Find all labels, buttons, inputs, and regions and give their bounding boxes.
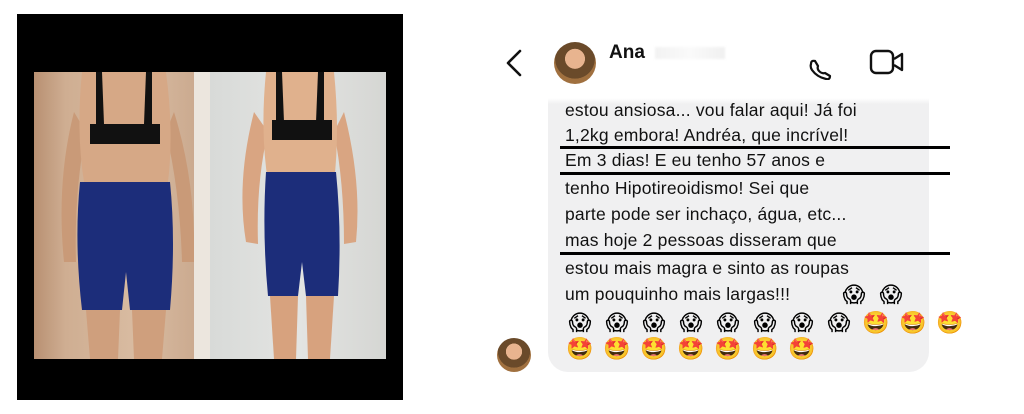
before-after-photo [34, 72, 386, 359]
scream-emoji: 😱 [827, 311, 851, 336]
underline-mark [560, 172, 950, 175]
redacted-name [655, 47, 725, 59]
underline-mark [560, 252, 950, 255]
message-line: um pouquinho mais largas!!! [565, 284, 791, 304]
star-struck-emoji: 🤩 [566, 337, 594, 362]
back-button[interactable] [503, 48, 527, 78]
scream-emoji: 😱 [842, 283, 866, 308]
star-struck-emoji: 🤩 [788, 337, 816, 362]
star-struck-emoji: 🤩 [751, 337, 779, 362]
avatar[interactable] [554, 42, 596, 84]
photo-frame [17, 14, 403, 400]
message-line: tenho Hipotireoidismo! Sei que [565, 178, 810, 198]
star-struck-emoji: 🤩 [714, 337, 742, 362]
after-photo [210, 72, 386, 359]
scream-emoji: 😱 [568, 311, 592, 336]
scream-emoji: 😱 [679, 311, 703, 336]
chevron-left-icon [506, 49, 522, 77]
emoji-row-end: 😱 😱 [839, 282, 906, 310]
message-line: Em 3 dias! E eu tenho 57 anos e [565, 150, 826, 170]
underline-mark [560, 146, 950, 149]
star-struck-emoji: 🤩 [640, 337, 668, 362]
emoji-row: 😱 😱 😱 😱 😱 😱 😱 😱 🤩 🤩 🤩 [565, 310, 965, 338]
sender-avatar[interactable] [497, 338, 531, 372]
chat-header: Ana [485, 30, 1005, 100]
message-bubble[interactable]: estou ansiosa... vou falar aqui! Já foi … [548, 98, 964, 372]
scream-emoji: 😱 [790, 311, 814, 336]
message-line: 1,2kg embora! Andréa, que incrível! [565, 125, 849, 145]
before-photo [34, 72, 210, 359]
star-struck-emoji: 🤩 [677, 337, 705, 362]
video-call-button[interactable] [869, 48, 905, 76]
door-frame [194, 72, 210, 359]
star-struck-emoji: 🤩 [603, 337, 631, 362]
message-line: mas hoje 2 pessoas disseram que [565, 230, 837, 250]
contact-name[interactable]: Ana [609, 42, 645, 64]
call-button[interactable] [807, 58, 837, 81]
message-line: estou ansiosa... vou falar aqui! Já foi [565, 100, 857, 120]
scream-emoji: 😱 [605, 311, 629, 336]
video-camera-icon [869, 49, 904, 75]
scream-emoji: 😱 [753, 311, 777, 336]
scream-emoji: 😱 [716, 311, 740, 336]
star-struck-emoji: 🤩 [936, 311, 964, 336]
before-figure [61, 72, 195, 359]
star-struck-emoji: 🤩 [899, 311, 927, 336]
message-line: parte pode ser inchaço, água, etc... [565, 204, 847, 224]
phone-icon [809, 59, 832, 81]
chat-screen: Ana estou ansiosa... vou falar aqui! Já … [485, 0, 1005, 414]
emoji-row: 🤩 🤩 🤩 🤩 🤩 🤩 🤩 [565, 336, 817, 364]
after-figure [242, 72, 358, 359]
message-line: estou mais magra e sinto as roupas [565, 258, 850, 278]
scream-emoji: 😱 [642, 311, 666, 336]
scream-emoji: 😱 [879, 283, 903, 308]
star-struck-emoji: 🤩 [862, 311, 890, 336]
